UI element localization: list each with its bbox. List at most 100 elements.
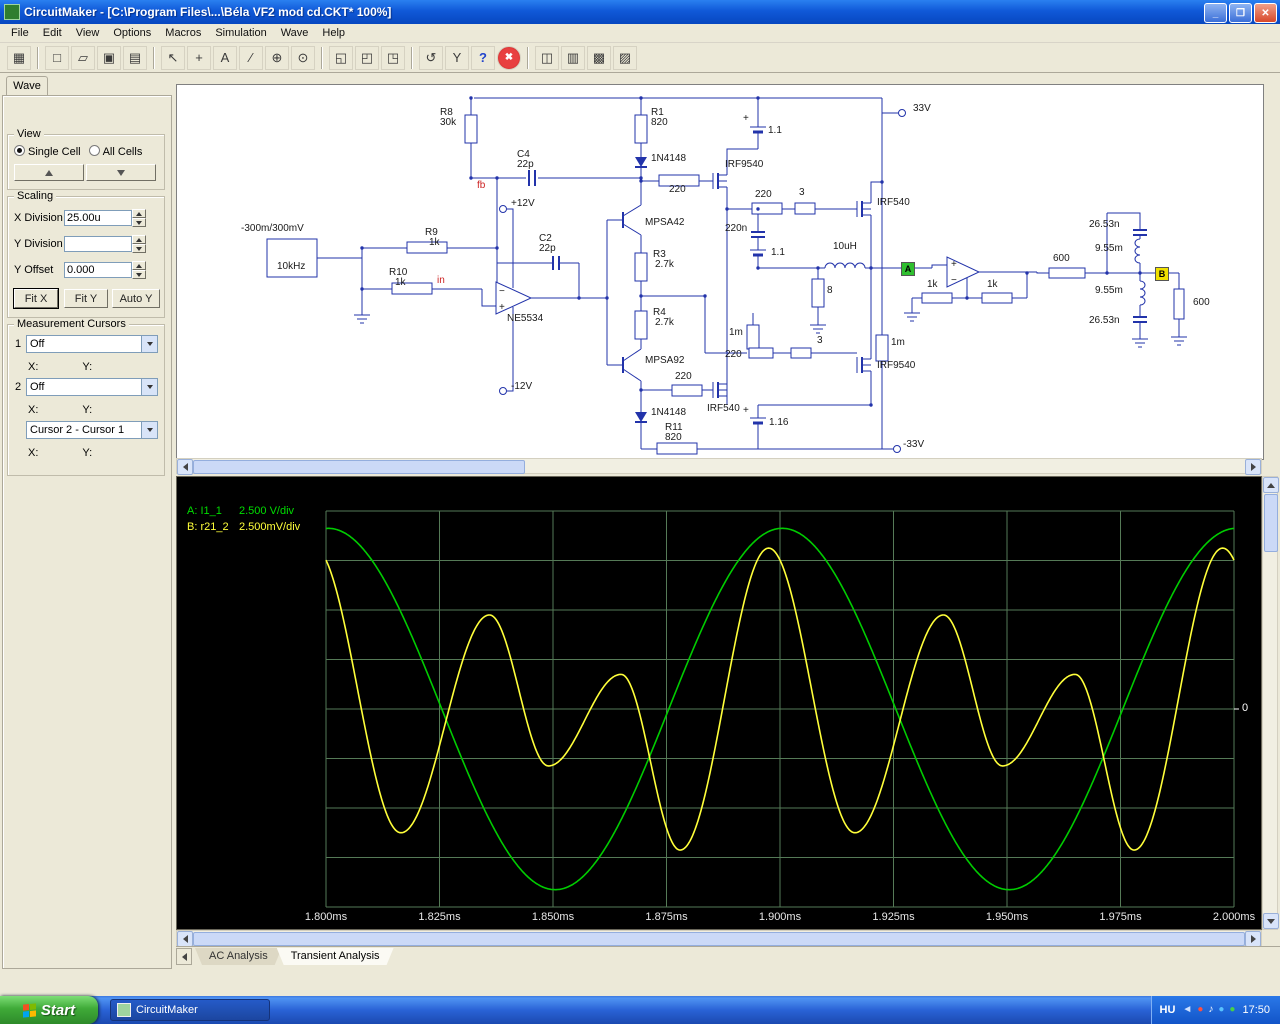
waveform-viewer[interactable]: A: I1_12.500 V/divB: r21_22.500mV/div1.8… <box>176 476 1262 930</box>
stop-simulation-icon[interactable]: ✖ <box>497 46 521 70</box>
menu-item-edit[interactable]: Edit <box>36 25 69 41</box>
zoom-area-icon[interactable]: ◱ <box>329 46 353 70</box>
wave-panel-body: View Single Cell All Cells Scaling X Div… <box>2 95 172 969</box>
zoom-page-icon[interactable]: ◰ <box>355 46 379 70</box>
print-icon[interactable]: ▤ <box>123 46 147 70</box>
tray-alert-icon[interactable]: ● <box>1197 1005 1203 1015</box>
schematic-hscrollbar[interactable] <box>176 458 1262 474</box>
auto-y-label: Auto Y <box>120 293 153 305</box>
zoom-in-icon[interactable]: ⊕ <box>265 46 289 70</box>
fit-y-button[interactable]: Fit Y <box>64 289 108 308</box>
measurement-cursors-group: Measurement Cursors 1 Off X: Y: 2 Off X: <box>7 324 165 476</box>
battery-short-plates <box>753 132 763 423</box>
chevron-down-icon[interactable] <box>141 422 157 438</box>
new-file-icon[interactable]: □ <box>45 46 69 70</box>
scroll-right-icon[interactable] <box>1245 931 1261 947</box>
pan-down-button[interactable] <box>86 164 156 181</box>
wave-legend-name: A: I1_1 <box>187 505 239 517</box>
y-offset-spinner[interactable] <box>132 261 146 279</box>
rewire-icon[interactable]: ↺ <box>419 46 443 70</box>
y-offset-input[interactable] <box>64 262 132 278</box>
taskbar-task-circuitmaker[interactable]: CircuitMaker <box>110 999 270 1021</box>
wye-tool-icon[interactable]: Y <box>445 46 469 70</box>
scaling-group-legend: Scaling <box>14 190 56 202</box>
radio-dot <box>14 145 25 156</box>
cursor2-select[interactable]: Off <box>26 378 158 396</box>
menu-item-simulation[interactable]: Simulation <box>208 25 273 41</box>
cursor-diff-select[interactable]: Cursor 2 - Cursor 1 <box>26 421 158 439</box>
wave-vscrollbar[interactable] <box>1262 476 1278 930</box>
chevron-down-icon[interactable] <box>141 336 157 352</box>
auto-y-button[interactable]: Auto Y <box>112 289 160 308</box>
analysis-window-icon[interactable]: ▨ <box>613 46 637 70</box>
chevron-down-icon[interactable] <box>141 379 157 395</box>
language-indicator[interactable]: HU <box>1160 1004 1176 1016</box>
tray-scheduler-icon[interactable]: ● <box>1229 1005 1235 1015</box>
help-icon[interactable]: ? <box>471 46 495 70</box>
open-file-icon[interactable]: ▱ <box>71 46 95 70</box>
edit-tool-icon[interactable]: ∕ <box>239 46 263 70</box>
menu-item-file[interactable]: File <box>4 25 36 41</box>
tray-network-icon[interactable]: ● <box>1218 1005 1224 1015</box>
multimeter-icon[interactable]: ▩ <box>587 46 611 70</box>
y-division-input[interactable] <box>64 236 132 252</box>
waveform-plot[interactable] <box>177 477 1261 929</box>
node-marker-b[interactable]: B <box>1155 267 1169 281</box>
cursor1-select[interactable]: Off <box>26 335 158 353</box>
wave-hscroll-thumb[interactable] <box>193 932 1245 946</box>
add-part-icon[interactable]: + <box>187 46 211 70</box>
zoom-tool-icon[interactable]: ⊙ <box>291 46 315 70</box>
tray-hide-icon[interactable]: ◄ <box>1182 1005 1192 1015</box>
restore-button[interactable]: ❐ <box>1229 3 1252 23</box>
y-division-label: Y Division <box>14 238 64 250</box>
start-button-label: Start <box>41 1002 75 1019</box>
x-division-spinner[interactable] <box>132 209 146 227</box>
browse-schematic-icon[interactable]: ▦ <box>7 46 31 70</box>
pan-up-button[interactable] <box>14 164 84 181</box>
zoom-select-icon[interactable]: ◳ <box>381 46 405 70</box>
scope-window-icon[interactable]: ◫ <box>535 46 559 70</box>
tray-volume-icon[interactable]: ♪ <box>1208 1005 1213 1015</box>
close-button[interactable]: ✕ <box>1254 3 1277 23</box>
menu-item-help[interactable]: Help <box>315 25 352 41</box>
menu-item-options[interactable]: Options <box>106 25 158 41</box>
schematic-canvas[interactable]: R830kC422pfbR18201N4148220IRF9540+1.133V… <box>176 84 1264 460</box>
scroll-down-icon[interactable] <box>1263 913 1279 929</box>
app-icon <box>4 4 20 20</box>
device-bars <box>623 167 862 422</box>
x-division-label: X Division <box>14 212 64 224</box>
wave-hscrollbar[interactable] <box>176 930 1262 946</box>
tab-wave[interactable]: Wave <box>6 76 48 96</box>
radio-single-cell-label: Single Cell <box>28 146 81 158</box>
select-cursor-icon[interactable]: ↖ <box>161 46 185 70</box>
wave-x-tick: 2.000ms <box>1213 911 1255 923</box>
minimize-button[interactable]: _ <box>1204 3 1227 23</box>
schematic-hscroll-thumb[interactable] <box>193 460 525 474</box>
tab-scroll-left-button[interactable] <box>176 948 192 965</box>
scroll-right-icon[interactable] <box>1245 459 1261 475</box>
node-marker-a[interactable]: A <box>901 262 915 276</box>
radio-all-cells[interactable]: All Cells <box>89 145 143 158</box>
wave-vscroll-thumb[interactable] <box>1264 494 1278 552</box>
menu-item-view[interactable]: View <box>69 25 107 41</box>
start-button[interactable]: Start <box>0 996 98 1024</box>
menu-item-macros[interactable]: Macros <box>158 25 208 41</box>
scroll-left-icon[interactable] <box>177 459 193 475</box>
save-file-icon[interactable]: ▣ <box>97 46 121 70</box>
radio-dot <box>89 145 100 156</box>
fit-x-button[interactable]: Fit X <box>14 289 58 308</box>
cursor1-value: Off <box>27 338 141 350</box>
y-division-spinner[interactable] <box>132 235 146 253</box>
text-tool-icon[interactable]: A <box>213 46 237 70</box>
x-division-input[interactable] <box>64 210 132 226</box>
toolbar-separator <box>411 47 413 69</box>
tab-ac-analysis[interactable]: AC Analysis <box>195 948 282 965</box>
scroll-left-icon[interactable] <box>177 931 193 947</box>
digital-display-icon[interactable]: ▥ <box>561 46 585 70</box>
window-title: CircuitMaker - [C:\Program Files\...\Bél… <box>24 5 391 19</box>
radio-single-cell[interactable]: Single Cell <box>14 145 81 158</box>
tab-transient-analysis[interactable]: Transient Analysis <box>277 948 394 965</box>
scroll-up-icon[interactable] <box>1263 477 1279 493</box>
menu-item-wave[interactable]: Wave <box>274 25 316 41</box>
radio-all-cells-label: All Cells <box>103 146 143 158</box>
